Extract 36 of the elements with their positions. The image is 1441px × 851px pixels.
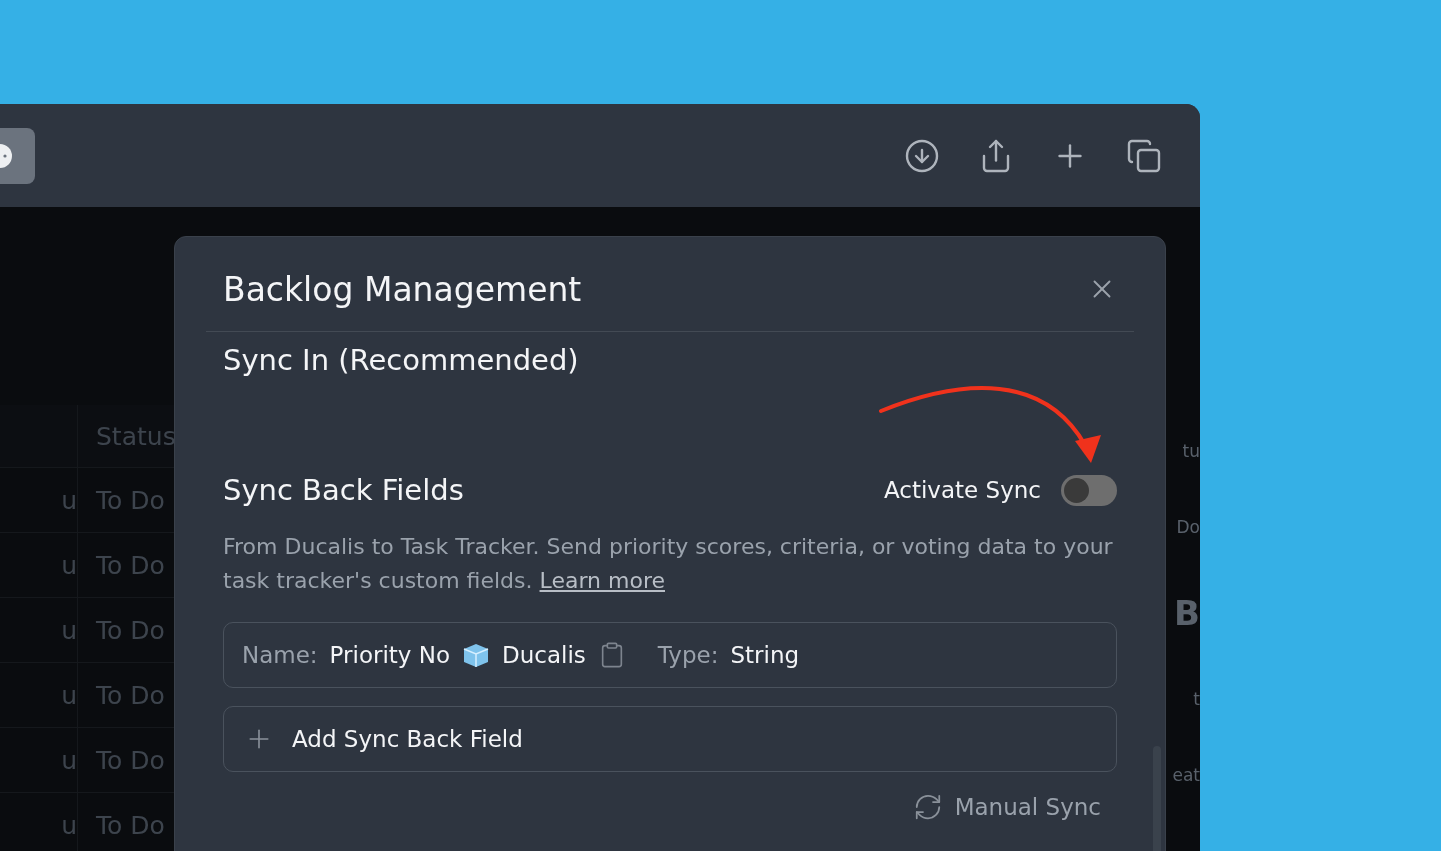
table-cell: tu <box>1182 441 1200 461</box>
add-field-button[interactable]: Add Sync Back Field <box>223 706 1117 772</box>
manual-sync-button[interactable]: Manual Sync <box>912 792 1101 822</box>
field-label: Type: <box>657 642 719 668</box>
table-cell: u <box>0 663 78 727</box>
status-cell-text: To Do <box>95 744 166 777</box>
field-value: Ducalis <box>502 642 586 668</box>
field-label: Name: <box>242 642 318 668</box>
activate-toggle[interactable] <box>1061 474 1117 506</box>
more-button[interactable] <box>0 127 35 184</box>
column-header: Status <box>95 420 172 453</box>
section-heading: Sync In (Recommended) <box>223 342 580 379</box>
table-cell: t <box>1193 689 1200 709</box>
table-cell: Do <box>1176 517 1200 537</box>
table-cell: u <box>0 598 78 662</box>
field-value: String <box>730 642 800 668</box>
status-cell-text: To Do <box>95 809 166 842</box>
toggle-label: Activate Sync <box>884 477 1041 503</box>
table-cell: u <box>0 793 78 851</box>
ice-cube-icon <box>462 642 491 668</box>
status-cell-text: To Do <box>95 679 166 712</box>
table-cell: eat <box>1172 765 1200 785</box>
table-cell: u <box>0 468 78 532</box>
table-cell: u <box>0 533 78 597</box>
copy-icon[interactable] <box>1126 137 1162 174</box>
field-value: Priority No <box>329 642 451 668</box>
dialog-title: Backlog Management <box>223 269 582 309</box>
status-cell-text: To Do <box>95 614 166 647</box>
table-cell: u <box>0 728 78 792</box>
description: From Ducalis to Task Tracker. Send priority scores, criteria, or voting data to your task tracker's custom fields. Learn more <box>223 533 1114 595</box>
download-icon[interactable] <box>904 137 940 174</box>
status-cell-text: To Do <box>95 549 166 582</box>
learn-more-link[interactable]: Learn more <box>539 568 665 593</box>
section-heading: Sync Back Fields <box>223 472 464 509</box>
table-cell: B <box>1174 593 1200 633</box>
status-cell-text: To Do <box>95 484 166 517</box>
